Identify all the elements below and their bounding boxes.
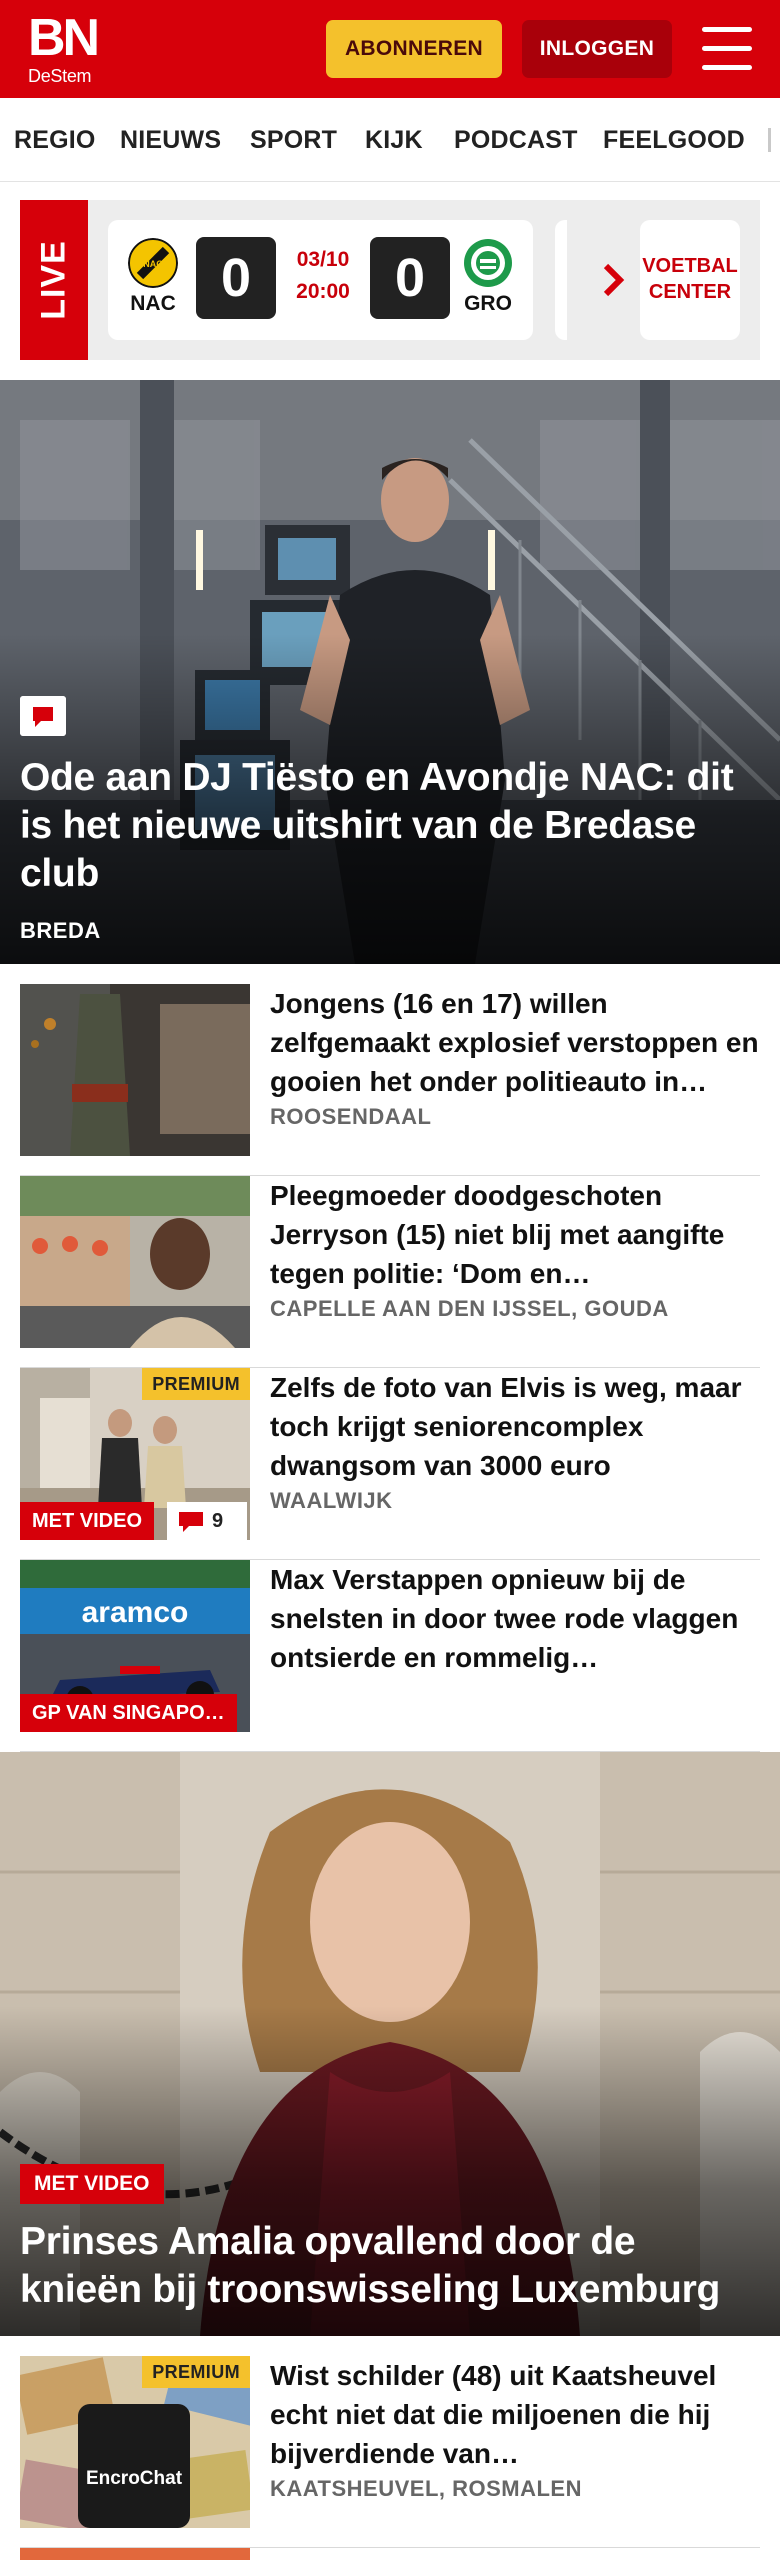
comment-count: 9 xyxy=(167,1502,247,1540)
hamburger-menu-icon[interactable] xyxy=(702,27,752,71)
logo-bn: BN xyxy=(28,9,100,67)
article-title[interactable]: Wist schilder (48) uit Kaatsheuvel echt … xyxy=(270,2356,760,2473)
hero-article-title[interactable]: Prinses Amalia opvallend door de knieën … xyxy=(20,2218,760,2314)
article-title[interactable]: Pleegmoeder doodgeschoten Jerryson (15) … xyxy=(270,1176,760,1293)
home-team-name: NAC xyxy=(130,292,176,315)
article-thumbnail: EncroChat PREMIUM xyxy=(20,2356,250,2528)
nav-overflow-indicator xyxy=(768,128,771,152)
live-score-widget: LIVE NAC NAC 0 03/10 20:00 0 GRO VOETBAL… xyxy=(20,200,760,360)
hero-article-amalia[interactable]: MET VIDEO Prinses Amalia opvallend door … xyxy=(0,1752,780,2336)
article-title[interactable]: Zelfs de foto van Elvis is weg, maar toc… xyxy=(270,1368,760,1485)
nav-item-feelgood[interactable]: FEELGOOD xyxy=(603,98,745,181)
nav-item-kijk[interactable]: KIJK xyxy=(365,98,423,181)
video-badge: MET VIDEO xyxy=(20,1502,155,1540)
svg-text:aramco: aramco xyxy=(82,1596,189,1629)
groningen-logo-icon xyxy=(464,239,512,287)
article-thumbnail: PREMIUM MET VIDEO 9 xyxy=(20,1368,250,1540)
article-item-elvis[interactable]: PREMIUM MET VIDEO 9 Zelfs de foto van El… xyxy=(20,1368,760,1560)
login-button[interactable]: INLOGGEN xyxy=(522,20,672,78)
live-tab[interactable]: LIVE xyxy=(20,200,88,360)
home-score: 0 xyxy=(196,237,276,319)
article-thumbnail: aramco GP VAN SINGAPO… xyxy=(20,1560,250,1732)
match-time: 20:00 xyxy=(296,280,350,303)
article-title[interactable]: Jongens (16 en 17) willen zelfgemaakt ex… xyxy=(270,984,760,1101)
match-date: 03/10 xyxy=(296,248,350,271)
article-location: WAALWIJK xyxy=(270,1488,393,1513)
article-location: ROOSENDAAL xyxy=(270,1104,432,1129)
comment-icon xyxy=(20,696,66,736)
article-item-pleegmoeder[interactable]: Pleegmoeder doodgeschoten Jerryson (15) … xyxy=(20,1176,760,1368)
subscribe-button[interactable]: ABONNEREN xyxy=(326,20,502,78)
comment-icon xyxy=(179,1512,203,1532)
hero-article-location: BREDA xyxy=(20,918,101,943)
bn-destem-logo[interactable]: BN DeStem xyxy=(28,12,118,88)
match-datetime: 03/10 20:00 xyxy=(283,244,363,308)
chevron-right-icon[interactable] xyxy=(593,258,637,302)
section-nav: REGIO NIEUWS SPORT KIJK PODCAST FEELGOOD xyxy=(0,98,780,182)
nav-item-podcast[interactable]: PODCAST xyxy=(454,98,578,181)
site-header: BN DeStem ABONNEREN INLOGGEN xyxy=(0,0,780,98)
article-location: KAATSHEUVEL, ROSMALEN xyxy=(270,2476,582,2501)
article-location: CAPELLE AAN DEN IJSSEL, GOUDA xyxy=(270,1296,669,1321)
video-badge: MET VIDEO xyxy=(20,2164,164,2204)
hero-article-title[interactable]: Ode aan DJ Tiësto en Avondje NAC: dit is… xyxy=(20,754,760,898)
away-team-name: GRO xyxy=(464,292,512,315)
away-score: 0 xyxy=(370,237,450,319)
next-article-thumbnail-peek xyxy=(20,2548,250,2560)
premium-badge: PREMIUM xyxy=(142,2356,250,2388)
svg-text:NAC: NAC xyxy=(143,259,163,269)
match-card[interactable]: NAC NAC 0 03/10 20:00 0 GRO xyxy=(108,220,533,340)
voetbal-center-link[interactable]: VOETBAL CENTER xyxy=(640,220,740,340)
thumb-photo-explosief xyxy=(20,984,250,1156)
nac-logo-icon: NAC xyxy=(128,238,178,288)
comment-count-value: 9 xyxy=(212,1510,224,1532)
premium-badge: PREMIUM xyxy=(142,1368,250,1400)
nav-item-regio[interactable]: REGIO xyxy=(14,98,96,181)
thumb-photo-pleegmoeder xyxy=(20,1176,250,1348)
hero-article-tiesto[interactable]: Ode aan DJ Tiësto en Avondje NAC: dit is… xyxy=(0,380,780,964)
nav-item-nieuws[interactable]: NIEUWS xyxy=(120,98,221,181)
nav-item-sport[interactable]: SPORT xyxy=(250,98,337,181)
live-label: LIVE xyxy=(34,240,73,320)
article-item-schilder[interactable]: EncroChat PREMIUM Wist schilder (48) uit… xyxy=(20,2356,760,2548)
article-title[interactable]: Max Verstappen opnieuw bij de snelsten i… xyxy=(270,1560,760,1677)
video-badge-gp: GP VAN SINGAPO… xyxy=(20,1694,237,1732)
article-thumbnail xyxy=(20,1176,250,1348)
next-match-card-peek[interactable] xyxy=(555,220,567,340)
logo-destem: DeStem xyxy=(28,66,92,86)
article-thumbnail xyxy=(20,984,250,1156)
article-item-verstappen[interactable]: aramco GP VAN SINGAPO… Max Verstappen op… xyxy=(20,1560,760,1752)
svg-text:EncroChat: EncroChat xyxy=(86,2468,183,2489)
article-item-explosief[interactable]: Jongens (16 en 17) willen zelfgemaakt ex… xyxy=(20,984,760,1176)
